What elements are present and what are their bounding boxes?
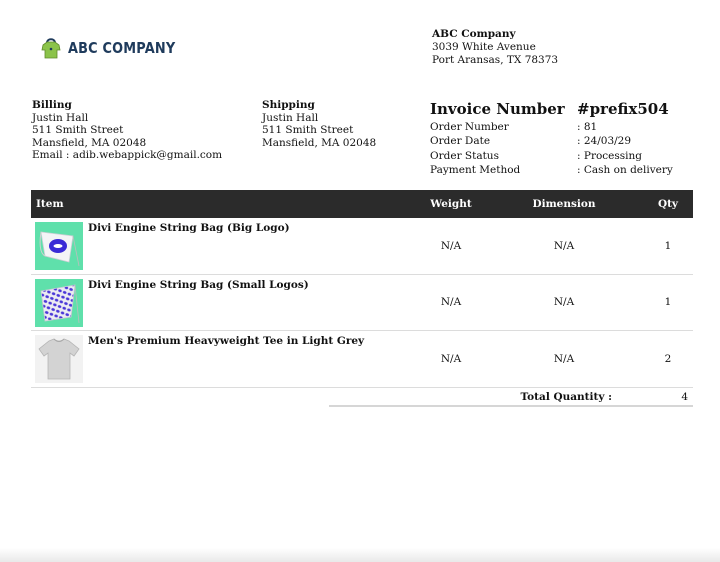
invoice-number-label: Invoice Number (430, 100, 565, 118)
meta-label: Order Number (430, 121, 509, 133)
product-image-string-bag-small-logos (35, 278, 83, 327)
invoice-details: Invoice Number #prefix504 Order Number :… (430, 100, 692, 178)
billing-address: Billing Justin Hall 511 Smith Street Man… (32, 99, 222, 162)
billing-email: Email : adib.webappick@gmail.com (32, 149, 223, 161)
meta-label: Order Status (430, 149, 499, 162)
meta-value: : Processing (577, 149, 642, 162)
billing-heading: Billing (32, 99, 72, 111)
item-dimension: N/A (553, 239, 575, 252)
product-name: Divi Engine String Bag (Small Logos) (88, 278, 309, 291)
shipping-name: Justin Hall (262, 111, 319, 124)
total-quantity-row: Total Quantity : 4 (329, 389, 693, 407)
order-status-row: Order Status : Processing (430, 149, 692, 163)
meta-value: : 24/03/29 (577, 135, 632, 148)
table-header: Item Weight Dimension Qty (31, 190, 693, 218)
table-row: Divi Engine String Bag (Big Logo) N/A N/… (31, 218, 693, 275)
company-logo: ABC COMPANY (40, 36, 193, 60)
company-name: ABC Company (432, 28, 516, 40)
shipping-address: Shipping Justin Hall 511 Smith Street Ma… (262, 99, 376, 149)
company-street: 3039 White Avenue (432, 41, 536, 53)
product-image-string-bag-big-logo (35, 222, 83, 270)
order-number-row: Order Number : 81 (430, 120, 692, 134)
total-quantity-label: Total Quantity : (520, 391, 612, 403)
product-image-grey-tee (35, 335, 83, 383)
item-weight: N/A (440, 239, 462, 252)
table-row: Divi Engine String Bag (Small Logos) N/A… (31, 275, 693, 331)
payment-method-row: Payment Method : Cash on delivery (430, 163, 692, 177)
company-address: ABC Company 3039 White Avenue Port Arans… (432, 28, 558, 67)
meta-value: : Cash on delivery (577, 164, 673, 177)
company-city: Port Aransas, TX 78373 (432, 54, 559, 66)
invoice-number-value: #prefix504 (577, 100, 669, 118)
page-bottom-shadow (0, 548, 720, 562)
meta-label: Order Date (430, 135, 491, 148)
header-weight: Weight (430, 198, 472, 210)
item-dimension: N/A (553, 352, 575, 365)
item-weight: N/A (440, 296, 462, 309)
billing-street: 511 Smith Street (32, 124, 124, 136)
item-weight: N/A (440, 352, 462, 365)
meta-label: Payment Method (430, 164, 521, 177)
invoice-number-row: Invoice Number #prefix504 (430, 100, 692, 118)
invoice-page: ABC COMPANY ABC Company 3039 White Avenu… (0, 0, 720, 562)
shipping-city: Mansfield, MA 02048 (262, 136, 377, 149)
item-qty: 2 (664, 352, 672, 365)
billing-name: Justin Hall (32, 111, 89, 124)
item-dimension: N/A (553, 296, 575, 309)
item-qty: 1 (664, 239, 672, 252)
header-dimension: Dimension (532, 198, 596, 210)
header-item: Item (36, 198, 64, 210)
shirt-lock-icon (41, 38, 61, 59)
header-qty: Qty (657, 198, 679, 210)
shipping-heading: Shipping (262, 99, 315, 111)
billing-city: Mansfield, MA 02048 (32, 136, 147, 149)
order-date-row: Order Date : 24/03/29 (430, 134, 692, 148)
item-cell: Divi Engine String Bag (Small Logos) (31, 275, 417, 331)
item-cell: Divi Engine String Bag (Big Logo) (31, 218, 417, 274)
logo-text: ABC COMPANY (68, 39, 176, 57)
table-row: Men's Premium Heavyweight Tee in Light G… (31, 331, 693, 388)
product-name: Men's Premium Heavyweight Tee in Light G… (88, 335, 365, 347)
meta-value: : 81 (577, 121, 598, 133)
item-cell: Men's Premium Heavyweight Tee in Light G… (31, 331, 417, 387)
product-name: Divi Engine String Bag (Big Logo) (88, 222, 290, 234)
shipping-street: 511 Smith Street (262, 124, 354, 136)
items-table: Item Weight Dimension Qty Divi Engine St… (31, 190, 693, 388)
item-qty: 1 (664, 296, 672, 309)
total-quantity-value: 4 (681, 391, 688, 403)
